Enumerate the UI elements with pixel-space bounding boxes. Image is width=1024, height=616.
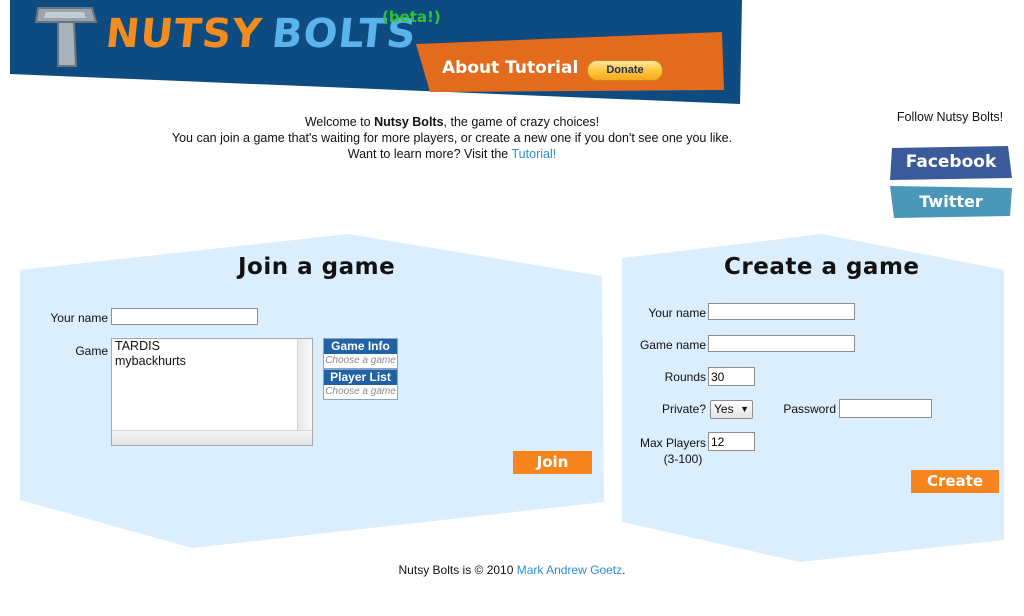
create-button[interactable]: Create (911, 470, 999, 493)
footer-copyright: Nutsy Bolts is © 2010 (398, 563, 517, 577)
player-list-tab[interactable]: Player List (324, 370, 397, 385)
game-list-horizontal-scrollbar[interactable] (112, 430, 312, 445)
game-list-item[interactable]: TARDIS (112, 339, 312, 354)
max-players-range: (3-100) (663, 452, 703, 466)
game-name-input[interactable] (708, 335, 855, 352)
game-info-box: Game Info Choose a game (323, 338, 398, 369)
private-select[interactable]: Yes ▼ (710, 400, 753, 419)
author-link[interactable]: Mark Andrew Goetz (517, 563, 622, 577)
game-info-tab[interactable]: Game Info (324, 339, 397, 354)
create-panel-title: Create a game (724, 254, 920, 280)
player-list-box: Player List Choose a game (323, 369, 398, 400)
join-name-input[interactable] (111, 308, 258, 325)
private-label: Private? (661, 402, 706, 416)
game-list-vertical-scrollbar[interactable] (297, 339, 312, 431)
player-list-hint: Choose a game (325, 386, 396, 397)
footer: Nutsy Bolts is © 2010 Mark Andrew Goetz. (0, 563, 1024, 577)
create-name-label: Your name (648, 306, 706, 320)
chevron-down-icon: ▼ (740, 404, 749, 414)
rounds-input[interactable] (708, 367, 755, 386)
create-name-input[interactable] (708, 303, 855, 320)
max-players-label: Max Players (639, 436, 706, 450)
join-button[interactable]: Join (513, 451, 592, 474)
game-label: Game (75, 344, 108, 358)
join-panel-title: Join a game (238, 254, 396, 280)
game-name-label: Game name (639, 338, 706, 352)
password-label: Password (783, 402, 836, 416)
password-input[interactable] (839, 399, 932, 418)
game-list[interactable]: TARDIS mybackhurts (111, 338, 313, 446)
rounds-label: Rounds (664, 370, 706, 384)
game-info-hint: Choose a game (325, 355, 396, 366)
max-players-input[interactable] (708, 432, 755, 451)
private-select-value: Yes (714, 402, 734, 416)
join-name-label: Your name (50, 311, 108, 325)
game-list-item[interactable]: mybackhurts (112, 354, 312, 369)
footer-suffix: . (622, 563, 626, 577)
